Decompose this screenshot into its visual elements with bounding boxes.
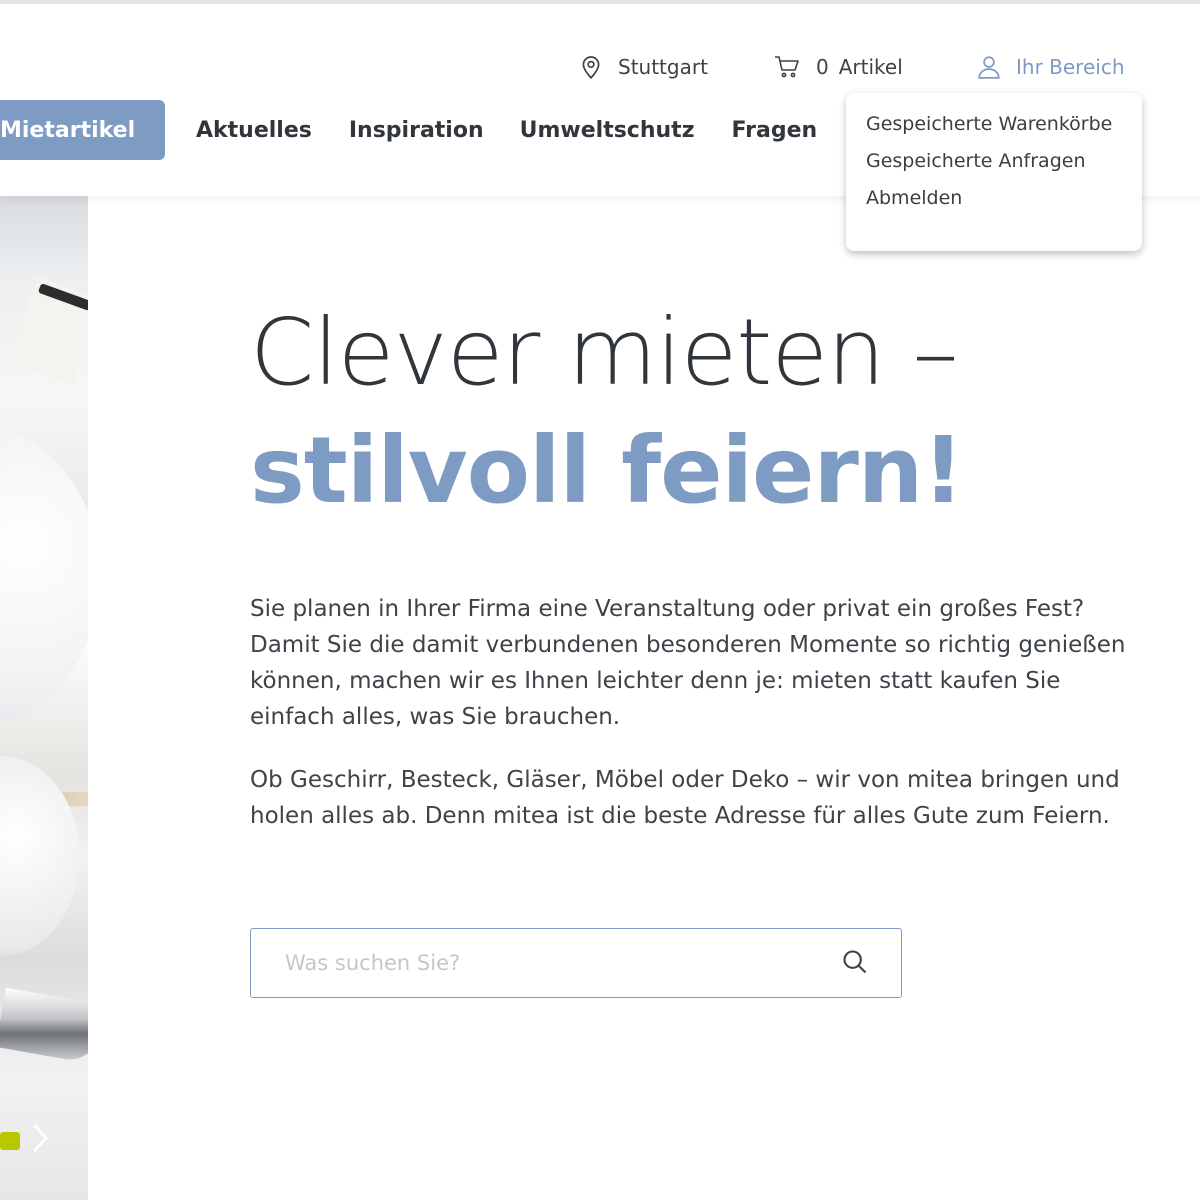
chevron-right-icon[interactable] [30,1122,60,1158]
search-box [250,928,902,998]
cart-label: Artikel [838,55,903,79]
menu-item-saved-carts[interactable]: Gespeicherte Warenkörbe [866,111,1142,148]
slider-dot-active[interactable] [0,1132,20,1150]
search-input[interactable] [251,929,811,996]
fork-shape [0,987,88,1065]
cart-icon [774,54,800,80]
nav-item-aktuelles[interactable]: Aktuelles [196,100,312,160]
cart-link[interactable]: 0 Artikel [774,52,903,82]
user-icon [976,54,1002,80]
plate-shape [0,426,88,726]
plate-shape-lower [0,756,80,956]
search-button[interactable] [839,948,871,980]
account-label: Ihr Bereich [1016,55,1125,79]
account-menu-toggle[interactable]: Ihr Bereich [976,52,1125,82]
cart-count: 0 [816,55,829,79]
nav-item-mietartikel[interactable]: Mietartikel [0,100,165,160]
search-icon [841,948,869,980]
menu-item-logout[interactable]: Abmelden [866,185,1142,222]
location-label: Stuttgart [618,55,708,79]
hero-slider-image [0,196,88,1200]
menu-item-saved-requests[interactable]: Gespeicherte Anfragen [866,148,1142,185]
hero-headline-line1: Clever mieten – [250,299,959,406]
account-dropdown-menu: Gespeicherte Warenkörbe Gespeicherte Anf… [846,93,1142,251]
hero-headline-line2: stilvoll feiern! [250,417,964,524]
location-selector[interactable]: Stuttgart [578,52,708,82]
hero-paragraph-1: Sie planen in Ihrer Firma eine Veranstal… [250,596,1126,730]
nav-item-fragen[interactable]: Fragen [732,100,818,160]
main-navigation: Mietartikel Aktuelles Inspiration Umwelt… [0,100,817,160]
hero-paragraph-2: Ob Geschirr, Besteck, Gläser, Möbel oder… [250,767,1120,829]
nav-item-umweltschutz[interactable]: Umweltschutz [520,100,695,160]
nav-item-inspiration[interactable]: Inspiration [349,100,484,160]
map-pin-icon [578,54,604,80]
